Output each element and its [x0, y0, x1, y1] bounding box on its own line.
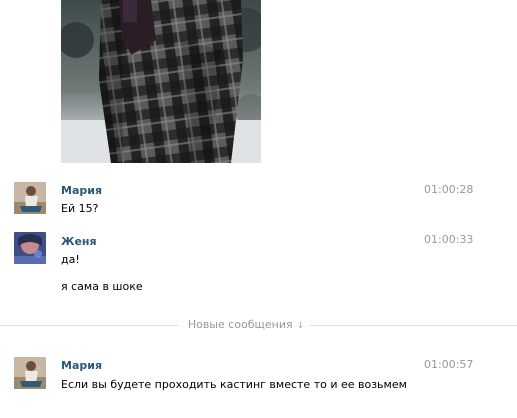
- message-time[interactable]: 01:00:28: [424, 183, 473, 196]
- message-author[interactable]: Мария: [61, 359, 102, 372]
- divider-line: [310, 325, 517, 326]
- chat-history: Мария 01:00:28 Ей 15? Женя 01:00:33 да! …: [0, 0, 517, 418]
- avatar[interactable]: [14, 357, 46, 389]
- message-text: Ей 15?: [61, 202, 99, 215]
- message-text: я сама в шоке: [61, 280, 143, 293]
- message-author[interactable]: Женя: [61, 235, 97, 248]
- avatar[interactable]: [14, 182, 46, 214]
- attached-photo[interactable]: [61, 0, 261, 163]
- new-messages-label: Новые сообщения ↓: [182, 318, 310, 333]
- avatar[interactable]: [14, 232, 46, 264]
- new-messages-divider: Новые сообщения ↓: [0, 318, 517, 331]
- divider-line: [0, 325, 178, 326]
- message-author[interactable]: Мария: [61, 184, 102, 197]
- divider-label: Новые сообщения: [187, 318, 293, 331]
- message-text: Если вы будете проходить кастинг вместе …: [61, 378, 407, 391]
- arrow-down-icon: ↓: [296, 321, 305, 331]
- message-time[interactable]: 01:00:33: [424, 233, 473, 246]
- message-text: да!: [61, 253, 80, 266]
- message-time[interactable]: 01:00:57: [424, 358, 473, 371]
